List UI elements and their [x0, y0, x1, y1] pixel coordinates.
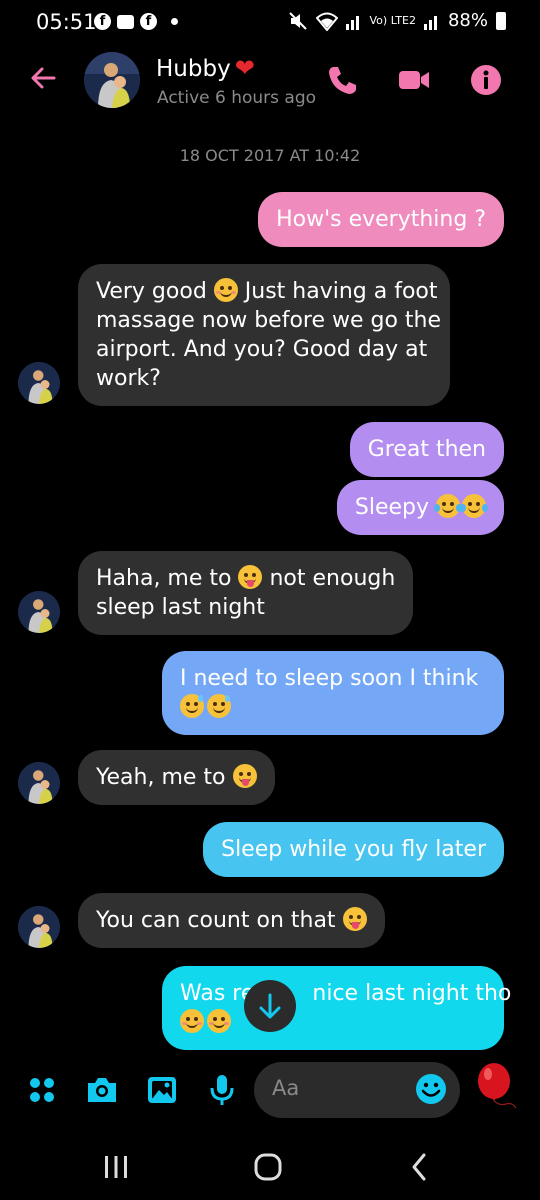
mute-icon [288, 11, 307, 30]
home-icon[interactable] [250, 1148, 286, 1184]
message-text: Was re nice last night tho [180, 981, 512, 1006]
message-text-line: Very good Just having a foot [96, 278, 438, 304]
message-bubble-outgoing[interactable]: Great then [349, 422, 504, 477]
emoji-row [180, 1008, 486, 1037]
message-input[interactable]: Aa [254, 1062, 460, 1118]
scroll-to-bottom-button[interactable] [244, 980, 296, 1032]
tongue-out-emoji-icon [238, 565, 263, 589]
message-text-line: massage now before we go the [96, 308, 442, 333]
video-call-icon[interactable] [396, 62, 432, 98]
message-bubble-incoming[interactable]: Haha, me to not enough sleep last night [78, 551, 414, 635]
message-text: Sleepy [354, 495, 436, 520]
signal-icon [345, 15, 359, 30]
phone-call-icon[interactable] [324, 62, 360, 98]
tongue-out-emoji-icon [232, 764, 257, 788]
laughing-tears-emoji-icon [460, 494, 488, 518]
message-text-line: work? [96, 366, 161, 391]
status-bar: 05:51 f f Vo) LTE2 88% [0, 0, 540, 48]
back-arrow-icon[interactable] [24, 58, 64, 98]
more-notifications-dot [171, 18, 178, 25]
sweat-smile-emoji-icon [207, 694, 231, 718]
notification-icons: f f [94, 13, 178, 30]
signal-icon-2 [423, 15, 437, 30]
message-text: How's everything ? [276, 207, 486, 232]
messenger-chat-screen: 05:51 f f Vo) LTE2 88% Hubby ❤ Active 6 … [0, 0, 540, 1200]
sender-avatar[interactable] [18, 591, 60, 633]
gallery-image-icon[interactable] [144, 1072, 180, 1108]
camera-icon[interactable] [84, 1072, 120, 1108]
balloon-reaction-icon[interactable] [474, 1062, 518, 1114]
recent-apps-icon[interactable] [98, 1148, 134, 1184]
battery-percent: 88% [447, 10, 488, 31]
smiling-blush-emoji-icon [180, 1009, 204, 1033]
emoji-picker-icon[interactable] [414, 1072, 448, 1106]
contact-avatar[interactable] [84, 52, 140, 108]
network-label: Vo) LTE2 [369, 14, 416, 27]
chat-header: Hubby ❤ Active 6 hours ago [0, 48, 540, 116]
smiling-blush-emoji-icon [207, 1009, 231, 1033]
active-status: Active 6 hours ago [157, 88, 317, 108]
facebook-notification-icon: f [94, 13, 111, 30]
message-text: Great then [367, 437, 486, 462]
message-bubble-incoming[interactable]: You can count on that [78, 893, 385, 948]
message-notification-icon [117, 14, 134, 29]
wifi-icon [315, 12, 338, 31]
message-composer: Aa [0, 1058, 540, 1122]
back-nav-icon[interactable] [402, 1148, 438, 1184]
message-input-placeholder: Aa [272, 1076, 300, 1100]
message-bubble-outgoing[interactable]: I need to sleep soon I think [162, 651, 504, 735]
smiling-blush-emoji-icon [213, 278, 238, 302]
microphone-icon[interactable] [204, 1072, 240, 1108]
conversation-timestamp: 18 OCT 2017 AT 10:42 [179, 146, 361, 165]
status-right-group: Vo) LTE2 88% [288, 10, 506, 31]
message-text: Sleep while you fly later [221, 837, 486, 862]
tongue-out-emoji-icon [342, 907, 367, 931]
message-bubble-outgoing[interactable]: Was re nice last night tho [162, 966, 512, 1050]
message-text-line: sleep last night [96, 595, 265, 620]
message-text: You can count on that [96, 908, 343, 933]
message-text-line: Haha, me to not enough [96, 565, 396, 591]
message-bubble-outgoing[interactable]: Sleepy [336, 480, 504, 535]
contact-name[interactable]: Hubby ❤ [156, 54, 255, 82]
status-time: 05:51 [36, 10, 97, 34]
sender-avatar[interactable] [18, 762, 60, 804]
sender-avatar[interactable] [18, 906, 60, 948]
facebook-notification-icon-2: f [140, 13, 157, 30]
arrow-down-icon [259, 993, 281, 1019]
sender-avatar[interactable] [18, 362, 60, 404]
message-bubble-outgoing[interactable]: Sleep while you fly later [203, 822, 504, 877]
apps-grid-icon[interactable] [24, 1072, 60, 1108]
laughing-tears-emoji-icon [434, 494, 462, 518]
message-text: Yeah, me to [96, 765, 233, 790]
battery-icon [496, 11, 506, 30]
heart-icon: ❤ [234, 54, 255, 82]
message-bubble-incoming[interactable]: Very good Just having a foot massage now… [78, 264, 450, 406]
emoji-row [180, 693, 486, 722]
message-text: I need to sleep soon I think [180, 666, 479, 691]
sweat-smile-emoji-icon [180, 694, 204, 718]
message-text-line: airport. And you? Good day at [96, 337, 428, 362]
system-navigation-bar [0, 1130, 540, 1200]
message-bubble-outgoing[interactable]: How's everything ? [258, 192, 504, 247]
info-icon[interactable] [468, 62, 504, 98]
message-bubble-incoming[interactable]: Yeah, me to [78, 750, 275, 805]
